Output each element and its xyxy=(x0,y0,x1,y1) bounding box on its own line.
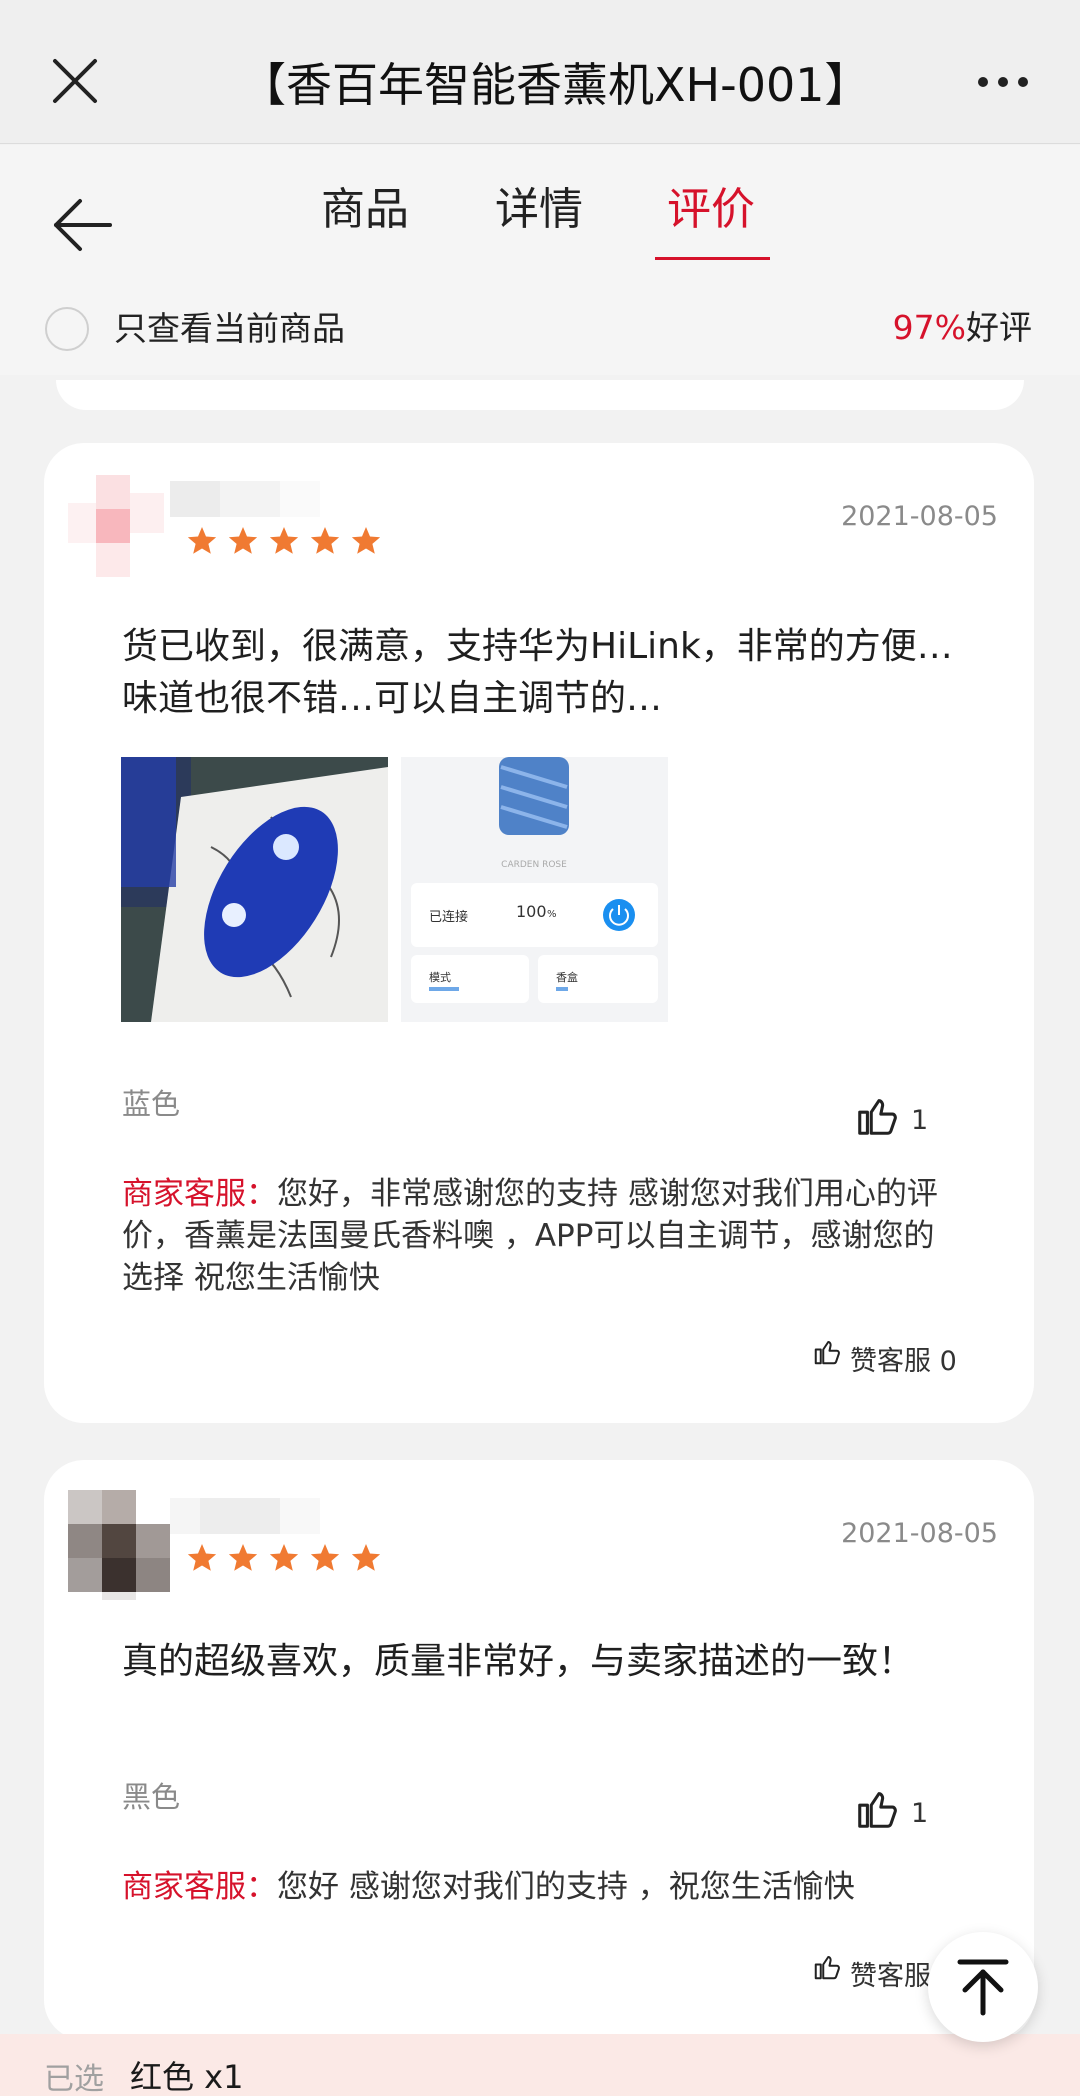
selected-value: 红色 x1 xyxy=(130,2058,244,2096)
previous-card-edge xyxy=(56,380,1024,410)
thank-service-button[interactable]: 赞客服 0 xyxy=(812,1335,958,1377)
variant-label: 蓝色 xyxy=(122,1087,181,1121)
selected-label: 已选 xyxy=(44,2062,104,2096)
thumbs-up-icon xyxy=(814,1341,840,1365)
tab-product[interactable]: 商品 xyxy=(310,175,420,245)
star-icon xyxy=(228,1544,258,1571)
app-status-text: 已连接 xyxy=(429,909,468,925)
star-icon xyxy=(351,1544,381,1571)
merchant-reply-label: 商家客服： xyxy=(122,1176,277,1212)
app-level-text: 100 xyxy=(516,902,547,921)
selection-bar[interactable]: 已选 红色 x1 xyxy=(0,2034,1080,2096)
star-icon xyxy=(269,1544,299,1571)
star-icon xyxy=(310,1544,340,1571)
close-icon[interactable] xyxy=(50,56,100,106)
merchant-reply: 商家客服：您好 感谢您对我们的支持 ，祝您生活愉快 xyxy=(122,1866,962,1908)
review-text: 货已收到，很满意，支持华为HiLink，非常的方便…味道也很不错…可以自主调节的… xyxy=(122,626,953,719)
filter-label[interactable]: 只查看当前商品 xyxy=(114,305,345,353)
scroll-top-icon xyxy=(957,1959,1009,2016)
thumbs-up-icon xyxy=(858,1792,897,1828)
variant-label: 黑色 xyxy=(122,1780,181,1814)
thumbs-up-icon xyxy=(858,1099,897,1135)
review-card: 2021-08-05 货已收到，很满意，支持华为HiLink，非常的方便…味道也… xyxy=(44,443,1034,1423)
like-count: 1 xyxy=(911,1798,929,1829)
star-rating xyxy=(186,1542,391,1578)
review-date: 2021-08-05 xyxy=(841,501,998,532)
tab-reviews[interactable]: 评价 xyxy=(656,175,766,245)
merchant-reply-label: 商家客服： xyxy=(122,1869,277,1905)
current-product-only-radio[interactable] xyxy=(45,307,89,351)
active-tab-indicator xyxy=(655,257,770,260)
thank-service-label: 赞客服 0 xyxy=(850,1346,957,1377)
star-rating xyxy=(186,525,391,561)
review-date: 2021-08-05 xyxy=(841,1518,998,1549)
star-icon xyxy=(269,527,299,554)
rating-percent: 97% xyxy=(892,308,966,347)
more-icon[interactable] xyxy=(975,72,1031,92)
star-icon xyxy=(187,1544,217,1571)
merchant-reply: 商家客服：您好，非常感谢您的支持 感谢您对我们用心的评价，香薰是法国曼氏香料噢 … xyxy=(122,1173,962,1299)
app-box-text: 香盒 xyxy=(556,970,578,984)
like-count: 1 xyxy=(911,1105,929,1136)
username-blurred xyxy=(170,1498,320,1534)
merchant-reply-text: 您好 感谢您对我们的支持 ，祝您生活愉快 xyxy=(277,1869,855,1905)
review-photo[interactable]: CARDEN ROSE 已连接 100 % 模式 香盒 xyxy=(401,757,668,1022)
positive-rating: 97%好评 xyxy=(893,303,1032,353)
svg-text:CARDEN ROSE: CARDEN ROSE xyxy=(501,860,567,870)
title-bar: 【香百年智能香薰机XH-001】 xyxy=(0,0,1080,144)
review-card: 2021-08-05 真的超级喜欢，质量非常好，与卖家描述的一致！ 黑色 1 商… xyxy=(44,1460,1034,2040)
star-icon xyxy=(310,527,340,554)
like-button[interactable]: 1 xyxy=(854,1093,958,1141)
back-arrow-icon[interactable] xyxy=(52,197,114,253)
like-button[interactable]: 1 xyxy=(854,1786,958,1834)
thumbs-up-icon xyxy=(814,1956,840,1980)
tab-bar: 商品 详情 评价 xyxy=(0,145,1080,275)
star-icon xyxy=(228,527,258,554)
username-blurred xyxy=(170,481,320,517)
scroll-top-button[interactable] xyxy=(928,1932,1038,2042)
tab-details[interactable]: 详情 xyxy=(484,175,594,245)
rating-suffix: 好评 xyxy=(966,308,1032,347)
filter-row: 只查看当前商品 97%好评 xyxy=(0,275,1080,375)
star-icon xyxy=(351,527,381,554)
star-icon xyxy=(187,527,217,554)
review-photo[interactable] xyxy=(121,757,388,1022)
app-mode-text: 模式 xyxy=(429,971,451,984)
page-title: 【香百年智能香薰机XH-001】 xyxy=(240,58,860,112)
review-text: 真的超级喜欢，质量非常好，与卖家描述的一致！ xyxy=(122,1641,915,1682)
app-level-unit: % xyxy=(547,909,557,920)
